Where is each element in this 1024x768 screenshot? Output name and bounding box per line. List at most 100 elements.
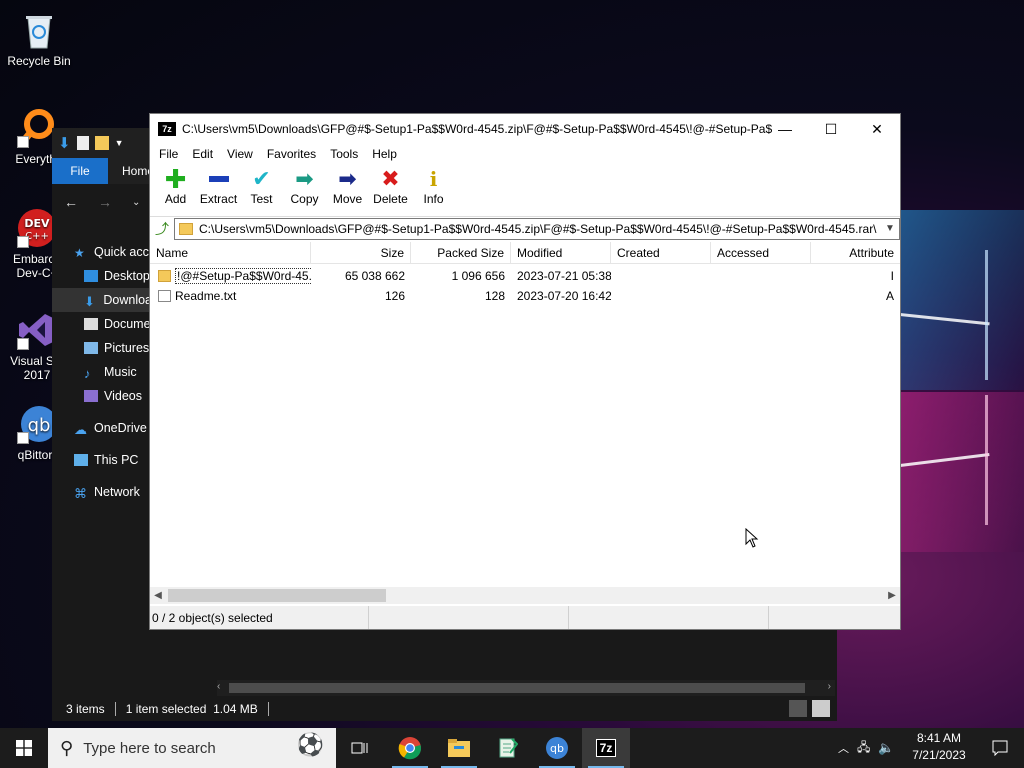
menu-view[interactable]: View [220, 147, 260, 161]
column-header-size[interactable]: Size [311, 242, 411, 264]
parent-folder-icon[interactable]: ⤴ [150, 218, 174, 240]
column-header-packed-size[interactable]: Packed Size [411, 242, 511, 264]
file-name: !@#Setup-Pa$$W0rd-45... [175, 268, 311, 284]
sidebar-item-documents[interactable]: Docume [52, 312, 152, 336]
chevron-down-icon[interactable]: ▼ [881, 223, 899, 234]
sidebar-item-label: Videos [104, 389, 142, 403]
sidebar-item-music[interactable]: ♪ Music [52, 360, 152, 384]
scroll-right-icon[interactable]: › [828, 681, 831, 692]
table-row[interactable]: Readme.txt 126 128 2023-07-20 16:42 A [150, 286, 900, 306]
status-separator [114, 701, 116, 716]
file-modified: 2023-07-21 05:38 [517, 269, 611, 283]
close-button[interactable]: ✕ [854, 114, 900, 144]
qbittorrent-icon: qb [546, 737, 568, 759]
chrome-taskbar-button[interactable] [386, 728, 434, 768]
file-list[interactable]: Name Size Packed Size Modified Created A… [150, 242, 900, 587]
desktop-icon [84, 270, 98, 282]
test-label: Test [250, 192, 273, 206]
folder-icon [158, 270, 171, 282]
chevron-up-icon[interactable]: ︿ [838, 740, 849, 756]
move-arrow-icon: ➡ [338, 166, 357, 191]
search-placeholder: Type here to search [83, 739, 216, 757]
menu-edit[interactable]: Edit [185, 147, 220, 161]
wallpaper-glow-blue [900, 210, 1024, 390]
svg-text:qb: qb [550, 742, 564, 755]
back-arrow-icon[interactable]: ← [64, 194, 78, 210]
copy-label: Copy [290, 192, 319, 206]
explorer-status-bar: 3 items 1 item selected 1.04 MB [52, 696, 837, 721]
move-button[interactable]: ➡ Move [326, 164, 369, 212]
sevenzip-window[interactable]: 7z C:\Users\vm5\Downloads\GFP@#$-Setup1-… [149, 113, 901, 630]
scroll-left-icon[interactable]: ‹ [217, 681, 220, 692]
menu-tools[interactable]: Tools [323, 147, 365, 161]
new-folder-icon[interactable] [94, 136, 109, 150]
info-button[interactable]: i Info [412, 164, 455, 212]
add-button[interactable]: ✚ Add [154, 164, 197, 212]
column-header-attributes[interactable]: Attribute [811, 242, 900, 264]
devcpp-icon: DEV C++ [17, 208, 57, 248]
large-icons-view-icon[interactable] [812, 700, 830, 717]
sidebar-item-this-pc[interactable]: This PC [52, 448, 152, 472]
sevenzip-taskbar-button[interactable]: 7z [582, 728, 630, 768]
qbittorrent-taskbar-button[interactable]: qb [533, 728, 581, 768]
properties-icon[interactable] [76, 136, 89, 150]
taskbar: ⚲ Type here to search ⚽ qb 7z ︿ 🖧 🔈 8:41… [0, 728, 1024, 768]
volume-muted-icon[interactable]: 🔈 [878, 740, 894, 756]
task-view-button[interactable] [336, 728, 384, 768]
sidebar-item-pictures[interactable]: Pictures [52, 336, 152, 360]
scrollbar-thumb[interactable] [229, 683, 805, 693]
file-list-header: Name Size Packed Size Modified Created A… [150, 242, 900, 264]
minimize-button[interactable]: — [762, 114, 808, 144]
explorer-horizontal-scrollbar[interactable]: ‹ › [217, 680, 835, 696]
mouse-cursor-icon [745, 528, 759, 548]
details-view-icon[interactable] [789, 700, 807, 717]
column-header-accessed[interactable]: Accessed [711, 242, 811, 264]
menu-bar: File Edit View Favorites Tools Help [150, 144, 900, 164]
scroll-right-icon[interactable]: ▶ [884, 587, 900, 604]
maximize-button[interactable]: ☐ [808, 114, 854, 144]
recent-locations-chevron-icon[interactable]: ⌄ [132, 197, 140, 208]
sidebar-item-downloads[interactable]: ⬇ Downloa [52, 288, 152, 312]
sidebar-item-quick-access[interactable]: ★ Quick acc [52, 240, 152, 264]
copy-button[interactable]: ➡ Copy [283, 164, 326, 212]
chevron-down-icon[interactable]: ▼ [115, 138, 124, 148]
column-header-modified[interactable]: Modified [511, 242, 611, 264]
taskbar-clock[interactable]: 8:41 AM 7/21/2023 [906, 730, 972, 764]
scroll-left-icon[interactable]: ◀ [150, 587, 166, 604]
search-icon: ⚲ [60, 737, 74, 758]
network-status-icon[interactable]: 🖧 [857, 738, 870, 759]
test-button[interactable]: ✔ Test [240, 164, 283, 212]
extract-button[interactable]: Extract [197, 164, 240, 212]
start-button[interactable] [0, 728, 48, 768]
selection-info: 1 item selected 1.04 MB [125, 701, 258, 716]
desktop-icon-recycle-bin[interactable]: Recycle Bin [2, 10, 76, 68]
path-input[interactable]: C:\Users\vm5\Downloads\GFP@#$-Setup1-Pa$… [174, 217, 900, 240]
column-header-created[interactable]: Created [611, 242, 711, 264]
sidebar-item-onedrive[interactable]: ☁ OneDrive [52, 416, 152, 440]
sidebar-item-label: Quick acc [94, 245, 149, 259]
column-header-name[interactable]: Name [150, 242, 311, 264]
sidebar-item-videos[interactable]: Videos [52, 384, 152, 408]
desktop-icon-label: Recycle Bin [7, 54, 71, 68]
menu-help[interactable]: Help [365, 147, 404, 161]
sidebar-item-network[interactable]: ⌘ Network [52, 480, 152, 504]
star-icon: ★ [74, 246, 85, 260]
forward-arrow-icon[interactable]: → [98, 194, 112, 210]
qbittorrent-icon: qb [17, 404, 57, 444]
notepad-taskbar-button[interactable] [484, 728, 532, 768]
status-bar: 0 / 2 object(s) selected [150, 606, 900, 629]
sevenzip-titlebar[interactable]: 7z C:\Users\vm5\Downloads\GFP@#$-Setup1-… [150, 114, 900, 144]
menu-file[interactable]: File [152, 147, 185, 161]
menu-favorites[interactable]: Favorites [260, 147, 323, 161]
computer-icon [74, 454, 88, 466]
info-label: Info [423, 192, 444, 206]
sidebar-item-desktop[interactable]: Desktop [52, 264, 152, 288]
table-row[interactable]: !@#Setup-Pa$$W0rd-45... 65 038 662 1 096… [150, 266, 900, 286]
scrollbar-thumb[interactable] [168, 589, 386, 602]
file-explorer-taskbar-button[interactable] [435, 728, 483, 768]
delete-button[interactable]: ✖ Delete [369, 164, 412, 212]
action-center-button[interactable] [976, 728, 1024, 768]
ribbon-tab-file[interactable]: File [52, 158, 108, 184]
horizontal-scrollbar[interactable]: ◀ ▶ [150, 587, 900, 604]
taskbar-search-box[interactable]: ⚲ Type here to search ⚽ [48, 728, 336, 768]
